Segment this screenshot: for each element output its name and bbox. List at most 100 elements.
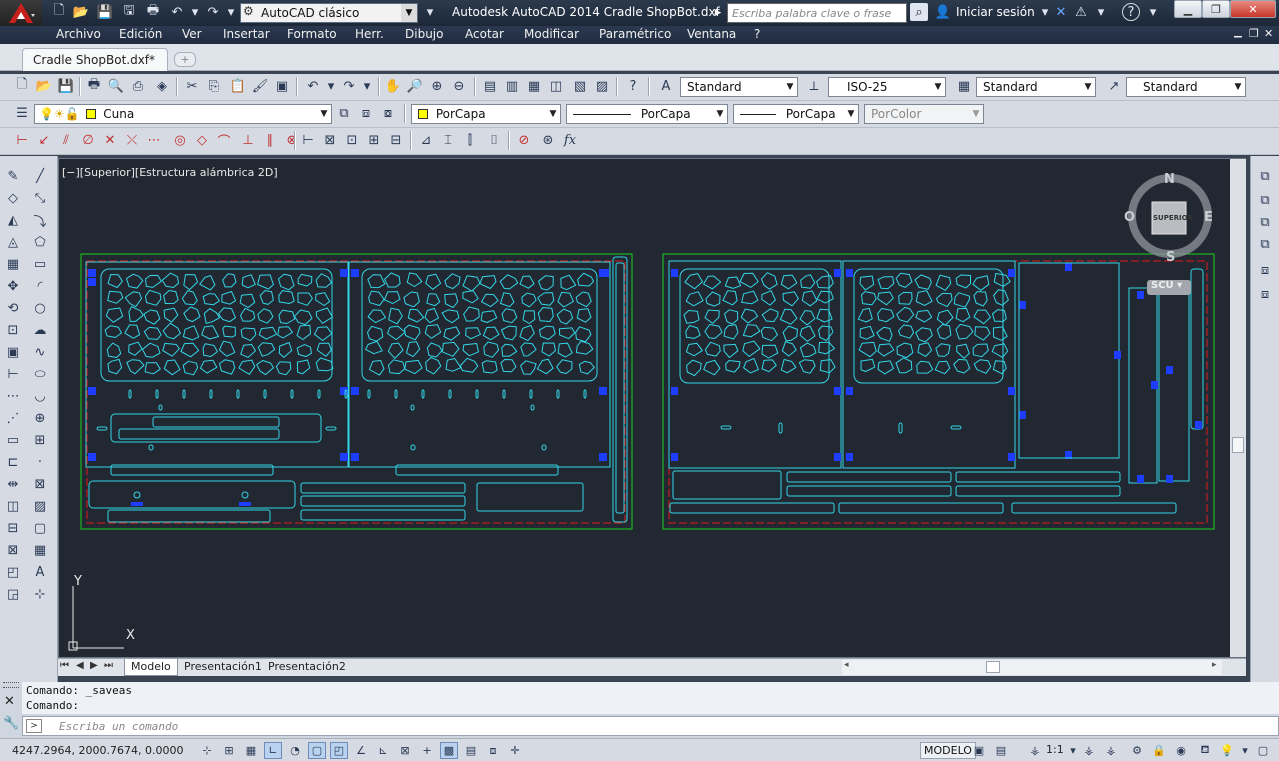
application-menu-button[interactable]	[0, 0, 42, 26]
quickcalc-icon[interactable]: ▨	[592, 76, 612, 96]
snap-center-icon[interactable]: ◎	[170, 130, 190, 150]
undo-toolbar-icon[interactable]: ↶	[303, 76, 323, 96]
text-front-icon[interactable]: ⧈	[1255, 260, 1275, 280]
pan-icon[interactable]: ✋	[383, 76, 403, 96]
save-icon[interactable]: 💾	[96, 3, 114, 21]
close-button[interactable]: ✕	[1230, 0, 1276, 18]
lineweight-icon[interactable]: +	[418, 742, 436, 759]
block-tool-icon[interactable]: ⊞	[30, 430, 50, 450]
sign-in-link[interactable]: Iniciar sesión	[956, 5, 1035, 19]
menu-edicion[interactable]: Edición	[119, 27, 162, 41]
workspace-select[interactable]: AutoCAD clásico ▼	[240, 3, 418, 23]
zoom-previous-icon[interactable]: ⊖	[449, 76, 469, 96]
circle-tool-icon[interactable]: ○	[30, 298, 50, 318]
undo-list-icon[interactable]: ▾	[321, 76, 341, 96]
polygon-tool-icon[interactable]: ⬠	[30, 232, 50, 252]
quick-view-drawings-icon[interactable]: ▤	[992, 742, 1010, 759]
shape2-tool-icon[interactable]: ◲	[3, 584, 23, 604]
dash-tool-icon[interactable]: ⋯	[3, 386, 23, 406]
redo-dropdown-icon[interactable]: ▾	[222, 3, 240, 21]
doc-restore-icon[interactable]: ❐	[1249, 27, 1259, 40]
array-tool-icon[interactable]: ▦	[3, 254, 23, 274]
auto-scale-icon[interactable]: ⚶	[1102, 742, 1120, 759]
gradient-tool-icon[interactable]: ▨	[30, 496, 50, 516]
menu-insertar[interactable]: Insertar	[223, 27, 270, 41]
rect3-tool-icon[interactable]: ⊏	[3, 452, 23, 472]
viewcube[interactable]: N S E O SUPERIOR	[1124, 172, 1216, 265]
snap-from-icon[interactable]: ↙	[34, 130, 54, 150]
qnew-icon[interactable]: 🗋	[12, 76, 32, 96]
line-tool-icon[interactable]: ╱	[30, 166, 50, 186]
snap-extension-icon[interactable]: ⋯	[144, 130, 164, 150]
snap-parallel-icon[interactable]: ∥	[260, 130, 280, 150]
qat-customize-icon[interactable]: ▾	[421, 3, 439, 21]
help-button[interactable]: ?	[1122, 3, 1140, 21]
zoom-window-icon[interactable]: ⊕	[427, 76, 447, 96]
scroll-left-icon[interactable]: ◂	[844, 660, 849, 670]
tool-palettes-icon[interactable]: ▦	[524, 76, 544, 96]
snap-tangent-icon[interactable]: ⌒	[214, 130, 234, 150]
undo-dropdown-icon[interactable]: ▾	[186, 3, 204, 21]
layer-states-icon[interactable]: ⧇	[378, 103, 398, 123]
new-file-icon[interactable]: 🗋	[50, 3, 68, 21]
hardware-acceleration-icon[interactable]: ◉	[1172, 742, 1190, 759]
plot-icon[interactable]: 🖶	[84, 76, 104, 96]
text-style-select[interactable]: Standard ▼	[680, 77, 798, 97]
snap-tool-icon[interactable]: ⊢	[3, 364, 23, 384]
linetype-select[interactable]: PorCapa ▼	[566, 104, 728, 124]
minimize-button[interactable]: ▁	[1174, 0, 1202, 18]
layout-tab-presentacion2[interactable]: Presentación2	[262, 659, 352, 676]
param-collinear-icon[interactable]: ⫿	[460, 130, 480, 150]
doc-tool-icon[interactable]: ◫	[3, 496, 23, 516]
lineweight-select[interactable]: PorCapa ▼	[733, 104, 859, 124]
layout-nav-prev-icon[interactable]: ◀	[76, 660, 84, 671]
delete-constraints-icon[interactable]: ⊘	[514, 130, 534, 150]
new-tab-button[interactable]: +	[174, 52, 196, 67]
ortho-mode-icon[interactable]: ∟	[264, 742, 282, 759]
menu-dibujo[interactable]: Dibujo	[405, 27, 443, 41]
vertical-scroll-thumb[interactable]	[1232, 437, 1244, 453]
clean-screen-icon[interactable]: ▢	[1254, 742, 1272, 759]
grid-display-icon[interactable]: ▦	[242, 742, 260, 759]
undo-icon[interactable]: ↶	[168, 3, 186, 21]
dash2-tool-icon[interactable]: ⋰	[3, 408, 23, 428]
rotate-tool-icon[interactable]: ⟲	[3, 298, 23, 318]
dim-aligned-icon[interactable]: ⊠	[320, 130, 340, 150]
insert-tool-icon[interactable]: ⊕	[30, 408, 50, 428]
publish-icon[interactable]: ⎙	[128, 76, 148, 96]
box2-tool-icon[interactable]: ⊟	[3, 518, 23, 538]
viewcube-west[interactable]: O	[1124, 210, 1135, 225]
annotation-scale-value[interactable]: 1:1	[1046, 743, 1064, 756]
help-toolbar-icon[interactable]: ?	[623, 76, 643, 96]
redo-toolbar-icon[interactable]: ↷	[339, 76, 359, 96]
cut-icon[interactable]: ✂	[182, 76, 202, 96]
ellipse-tool-icon[interactable]: ⬭	[30, 364, 50, 384]
region-tool-icon[interactable]: ▢	[30, 518, 50, 538]
command-prompt-icon[interactable]: >	[26, 719, 42, 733]
workspace-switching-icon[interactable]: ⚙	[1128, 742, 1146, 759]
lock-ui-icon[interactable]: 🔒	[1150, 742, 1168, 759]
annotation-visibility-icon[interactable]: ⚶	[1080, 742, 1098, 759]
rect2-tool-icon[interactable]: ▭	[3, 430, 23, 450]
spline-tool-icon[interactable]: ∿	[30, 342, 50, 362]
menu-help[interactable]: ?	[754, 27, 760, 41]
xline-tool-icon[interactable]: ⤡	[30, 188, 50, 208]
3d-object-snap-icon[interactable]: ◰	[330, 742, 348, 759]
hatch-tool-icon[interactable]: ◬	[3, 232, 23, 252]
viewcube-south[interactable]: S	[1166, 250, 1175, 265]
snap-midpoint-icon[interactable]: ∅	[78, 130, 98, 150]
arrows-tool-icon[interactable]: ⇹	[3, 474, 23, 494]
viewcube-north[interactable]: N	[1164, 172, 1175, 187]
layer-previous-icon[interactable]: ⧈	[356, 103, 376, 123]
infer-constraints-icon[interactable]: ⊹	[198, 742, 216, 759]
properties-icon[interactable]: ▤	[480, 76, 500, 96]
quick-properties-icon[interactable]: ▤	[462, 742, 480, 759]
param-coincident-icon[interactable]: ⌶	[438, 130, 458, 150]
document-tab[interactable]: Cradle ShopBot.dxf*	[22, 48, 168, 71]
open-icon[interactable]: 📂	[34, 76, 54, 96]
layout-nav-first-icon[interactable]: ⏮	[60, 660, 69, 671]
tri-tool-icon[interactable]: ◇	[3, 188, 23, 208]
snap-mode-icon[interactable]: ⊞	[220, 742, 238, 759]
viewcube-east[interactable]: E	[1204, 210, 1213, 225]
brush-tool-icon[interactable]: ✎	[3, 166, 23, 186]
